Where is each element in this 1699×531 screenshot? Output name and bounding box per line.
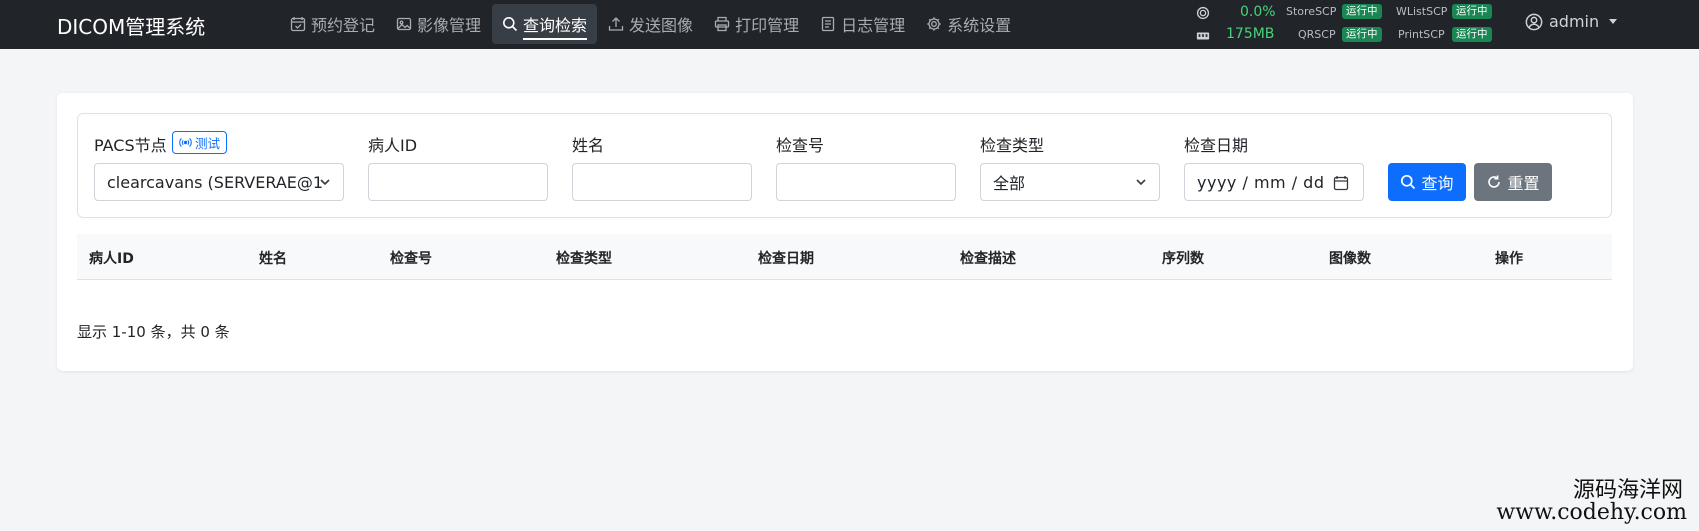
column-header[interactable]: 检查号 — [390, 248, 432, 268]
name-label: 姓名 — [572, 136, 605, 155]
nav-item-logs[interactable]: 日志管理 — [810, 4, 915, 44]
patient-id-input[interactable] — [368, 163, 548, 201]
system-status: 0.0% 175MB StoreSCP 运行中 WListSCP 运行中 QRS… — [1196, 3, 1496, 45]
service-name: WListSCP — [1396, 5, 1448, 18]
pacs-node-label: PACS节点 — [94, 136, 167, 155]
service-status-badge: 运行中 — [1342, 4, 1382, 19]
main-nav: 预约登记 影像管理 查询检索 发送图像 打印管理 日志管理 系统设置 — [280, 4, 1022, 44]
nav-label: 影像管理 — [417, 16, 482, 35]
service-name: PrintSCP — [1398, 28, 1445, 41]
reset-icon — [1488, 175, 1501, 188]
document-icon — [821, 16, 835, 32]
calendar-icon[interactable] — [1333, 175, 1349, 191]
column-header[interactable]: 病人ID — [89, 248, 134, 268]
cpu-icon — [1196, 6, 1210, 20]
exam-type-value: 全部 — [993, 174, 1026, 193]
username: admin — [1549, 12, 1600, 31]
watermark-url: www.codehy.com — [1496, 500, 1687, 525]
cpu-usage: 0.0% — [1240, 4, 1276, 20]
nav-label: 系统设置 — [947, 16, 1012, 35]
memory-usage: 175MB — [1226, 26, 1275, 42]
test-button-label: 测试 — [195, 136, 221, 151]
caret-down-icon — [1609, 19, 1618, 24]
column-header[interactable]: 图像数 — [1329, 248, 1371, 268]
column-header[interactable]: 检查日期 — [758, 248, 814, 268]
upload-icon — [608, 17, 624, 31]
nav-item-settings[interactable]: 系统设置 — [916, 4, 1021, 44]
exam-type-select[interactable]: 全部 — [980, 163, 1160, 201]
search-button-label: 查询 — [1421, 174, 1454, 193]
search-button[interactable]: 查询 — [1388, 163, 1466, 201]
exam-date-label: 检查日期 — [1184, 136, 1249, 155]
reset-button[interactable]: 重置 — [1474, 163, 1552, 201]
patient-id-label: 病人ID — [368, 136, 418, 155]
filter-panel: PACS节点 测试 clearcavans (SERVERAE@1 病人ID 姓… — [77, 113, 1612, 218]
service-name: QRSCP — [1298, 28, 1336, 41]
nav-item-print[interactable]: 打印管理 — [704, 4, 809, 44]
nav-item-send-image[interactable]: 发送图像 — [598, 4, 703, 44]
exam-type-label: 检查类型 — [980, 136, 1045, 155]
chevron-down-icon — [320, 179, 330, 186]
name-input[interactable] — [572, 163, 752, 201]
exam-number-label: 检查号 — [776, 136, 825, 155]
nav-label: 预约登记 — [311, 16, 376, 35]
user-circle-icon — [1525, 13, 1543, 30]
top-navbar: DICOM管理系统 预约登记 影像管理 查询检索 发送图像 打印管理 日志管理 — [0, 0, 1699, 49]
gear-icon — [927, 17, 941, 31]
column-header[interactable]: 检查类型 — [556, 248, 612, 268]
printer-icon — [714, 16, 730, 32]
nav-label: 查询检索 — [523, 12, 588, 40]
search-icon — [503, 17, 518, 32]
nav-label: 打印管理 — [735, 16, 800, 35]
service-status-badge: 运行中 — [1452, 4, 1492, 19]
service-status-badge: 运行中 — [1342, 27, 1382, 42]
nav-label: 日志管理 — [841, 16, 906, 35]
column-header[interactable]: 操作 — [1495, 248, 1523, 268]
exam-number-input[interactable] — [776, 163, 956, 201]
test-connection-button[interactable]: 测试 — [172, 131, 228, 154]
query-card: PACS节点 测试 clearcavans (SERVERAE@1 病人ID 姓… — [57, 93, 1633, 371]
broadcast-icon — [179, 138, 192, 147]
chevron-down-icon — [1136, 179, 1146, 186]
user-menu[interactable]: admin — [1525, 12, 1618, 31]
watermark: 源码海洋网 www.codehy.com — [1490, 470, 1695, 528]
exam-date-placeholder: yyyy / mm / dd — [1197, 172, 1325, 192]
column-header[interactable]: 序列数 — [1162, 248, 1204, 268]
search-icon — [1401, 174, 1416, 190]
pacs-node-value: clearcavans (SERVERAE@1 — [107, 172, 324, 192]
service-name: StoreSCP — [1286, 5, 1337, 18]
calendar-check-icon — [290, 17, 306, 32]
nav-label: 发送图像 — [629, 16, 694, 35]
service-status-badge: 运行中 — [1452, 27, 1492, 42]
image-icon — [396, 17, 412, 31]
column-header[interactable]: 检查描述 — [960, 248, 1016, 268]
reset-button-label: 重置 — [1507, 174, 1540, 193]
app-title[interactable]: DICOM管理系统 — [57, 11, 205, 40]
exam-date-input[interactable]: yyyy / mm / dd — [1184, 163, 1364, 201]
memory-icon — [1196, 32, 1210, 40]
pagination-summary: 显示 1-10 条，共 0 条 — [77, 323, 230, 341]
nav-item-appointment[interactable]: 预约登记 — [280, 4, 385, 44]
pacs-node-select[interactable]: clearcavans (SERVERAE@1 — [94, 163, 344, 201]
column-header[interactable]: 姓名 — [259, 248, 287, 268]
nav-item-image-management[interactable]: 影像管理 — [386, 4, 491, 44]
nav-item-query[interactable]: 查询检索 — [492, 4, 598, 44]
results-table-header: 病人ID 姓名 检查号 检查类型 检查日期 检查描述 序列数 图像数 操作 — [77, 234, 1612, 280]
